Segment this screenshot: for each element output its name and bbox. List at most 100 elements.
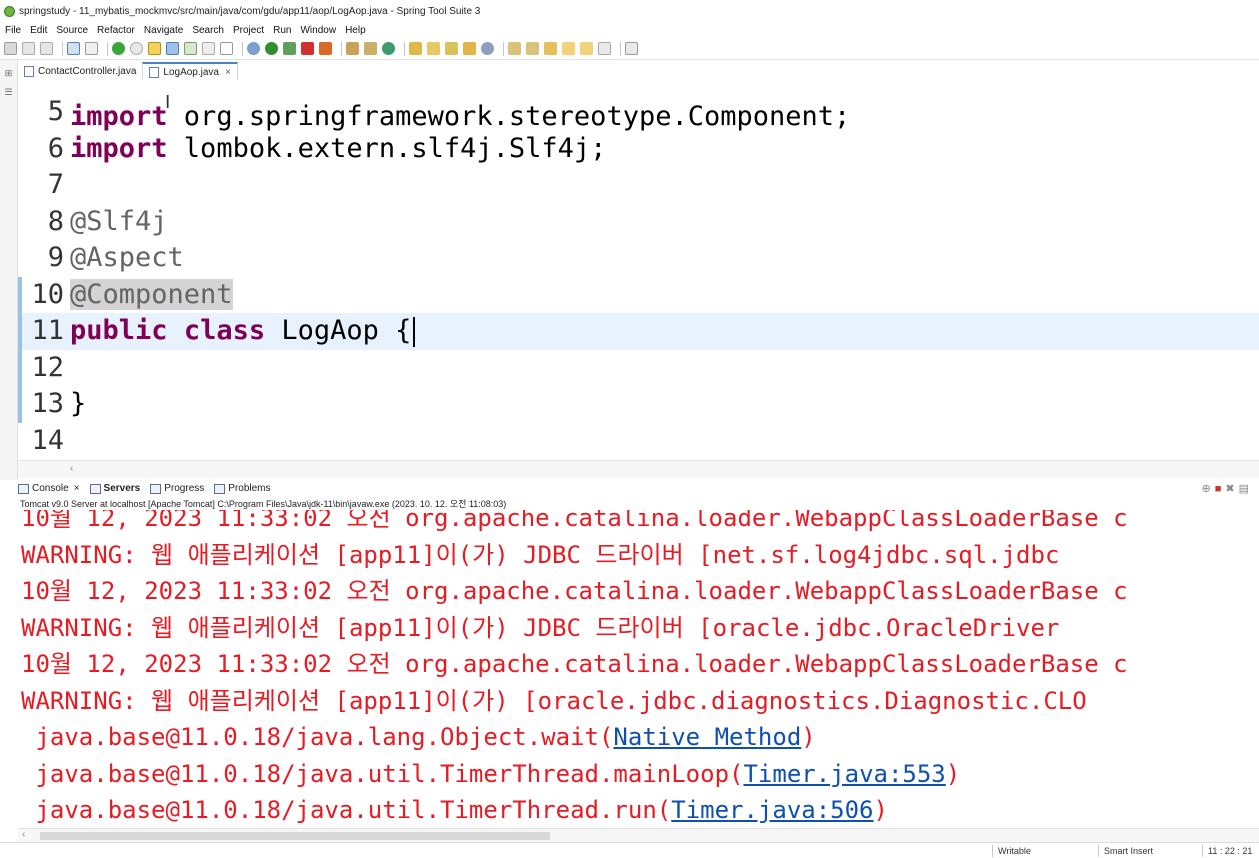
- console-line: java.base@11.0.18/java.lang.Object.wait(…: [21, 719, 815, 755]
- toolbar-separator: [62, 41, 63, 56]
- stack-frame-text: java.base@11.0.18/java.lang.Object.wait(: [21, 723, 614, 751]
- skip-breakpoints-icon[interactable]: [85, 42, 98, 55]
- new-file-icon[interactable]: [4, 42, 17, 55]
- open-perspective-icon[interactable]: [625, 42, 638, 55]
- code-line[interactable]: 13}: [18, 386, 1259, 423]
- source-link[interactable]: Native Method: [613, 723, 801, 751]
- code-line[interactable]: 10 @Component: [18, 276, 1259, 313]
- console-horizontal-scrollbar[interactable]: ‹: [18, 828, 1259, 842]
- code-line[interactable]: 5: [18, 94, 1259, 131]
- new-package-icon[interactable]: [364, 42, 377, 55]
- pin-icon[interactable]: [148, 42, 161, 55]
- main-toolbar: [0, 38, 1259, 60]
- tab-progress[interactable]: Progress: [150, 483, 204, 494]
- save-icon[interactable]: [22, 42, 35, 55]
- code-line[interactable]: 8 @Slf4j: [18, 204, 1259, 241]
- task-icon[interactable]: [184, 42, 197, 55]
- editor-horizontal-scrollbar[interactable]: ‹: [18, 460, 1259, 478]
- previous-annotation-icon[interactable]: [526, 42, 539, 55]
- new-class-icon[interactable]: [382, 42, 395, 55]
- code-line[interactable]: 7: [18, 167, 1259, 204]
- tab-contact-controller[interactable]: ContactController.java: [18, 62, 142, 80]
- terminate-icon[interactable]: ■: [1215, 483, 1226, 495]
- menu-refactor[interactable]: Refactor: [97, 25, 135, 36]
- brush-icon[interactable]: [445, 42, 458, 55]
- tab-servers[interactable]: Servers: [89, 483, 140, 494]
- close-icon[interactable]: ×: [74, 483, 80, 494]
- console-line: java.base@11.0.18/java.util.TimerThread.…: [21, 756, 960, 792]
- scroll-left-icon[interactable]: ‹: [22, 829, 25, 840]
- tab-problems[interactable]: Problems: [214, 483, 271, 494]
- keyword-token: import: [70, 132, 168, 164]
- save-all-icon[interactable]: [40, 42, 53, 55]
- annotation-token: @Aspect: [70, 242, 184, 273]
- terminal-icon[interactable]: [67, 42, 80, 55]
- whitespace-icon[interactable]: [220, 42, 233, 55]
- source-link[interactable]: Timer.java:553: [743, 760, 945, 788]
- console-output[interactable]: 10월 12, 2023 11:33:02 오전 org.apache.cata…: [18, 510, 1259, 828]
- status-separator: [992, 845, 993, 857]
- editor-tab-bar: ContactController.java LogAop.java ×: [18, 62, 1259, 80]
- code-line[interactable]: 14: [18, 423, 1259, 460]
- code-line[interactable]: 11 public class LogAop {: [18, 313, 1259, 350]
- stack-frame-text: java.base@11.0.18/java.util.TimerThread.…: [21, 796, 672, 824]
- code-line[interactable]: 6 import lombok.extern.slf4j.Slf4j;: [18, 131, 1259, 168]
- open-folder-icon[interactable]: [427, 42, 440, 55]
- problems-icon: [214, 483, 226, 494]
- change-marker: [18, 386, 22, 423]
- close-icon[interactable]: ×: [225, 67, 231, 78]
- code-line[interactable]: 9 @Aspect: [18, 240, 1259, 277]
- refresh-icon[interactable]: [130, 42, 143, 55]
- menu-source[interactable]: Source: [56, 25, 88, 36]
- menu-run[interactable]: Run: [273, 25, 291, 36]
- console-line: WARNING: 웹 애플리케이션 [app11]이(가) JDBC 드라이버 …: [21, 613, 1060, 642]
- pin-console-icon[interactable]: ⊕: [1202, 483, 1215, 495]
- last-edit-icon[interactable]: [544, 42, 557, 55]
- menu-navigate[interactable]: Navigate: [144, 25, 183, 36]
- toolbar-separator: [107, 41, 108, 56]
- restore-icon[interactable]: ⊞: [0, 68, 17, 79]
- remove-launch-icon[interactable]: ✖: [1225, 483, 1238, 495]
- highlight-icon[interactable]: [166, 42, 179, 55]
- menu-project[interactable]: Project: [233, 25, 264, 36]
- code-text: import lombok.extern.slf4j.Slf4j;: [70, 131, 606, 168]
- external-tools-icon[interactable]: [319, 42, 332, 55]
- new-java-project-icon[interactable]: [346, 42, 359, 55]
- annotation-icon[interactable]: [202, 42, 215, 55]
- source-link[interactable]: Timer.java:506: [671, 796, 873, 824]
- menu-window[interactable]: Window: [300, 25, 336, 36]
- console-line: WARNING: 웹 애플리케이션 [app11]이(가) JDBC 드라이버 …: [21, 540, 1060, 569]
- next-annotation-icon[interactable]: [508, 42, 521, 55]
- toolbar-separator: [242, 41, 243, 56]
- outline-icon[interactable]: ☰: [0, 87, 17, 98]
- menu-edit[interactable]: Edit: [30, 25, 47, 36]
- scroll-left-icon[interactable]: ‹: [70, 463, 73, 474]
- code-line[interactable]: 12: [18, 349, 1259, 386]
- console-icon: [18, 483, 29, 494]
- run-icon[interactable]: [265, 42, 278, 55]
- menu-help[interactable]: Help: [345, 25, 366, 36]
- change-marker: [18, 313, 22, 350]
- open-type-icon[interactable]: [409, 42, 422, 55]
- line-number: 10: [31, 278, 64, 310]
- forward-icon[interactable]: [580, 42, 593, 55]
- code-editor[interactable]: import org.springframework.stereotype.Co…: [18, 82, 1259, 460]
- debug-icon[interactable]: [247, 42, 260, 55]
- clear-console-icon[interactable]: ▤: [1239, 483, 1253, 495]
- forward-history-icon[interactable]: [598, 42, 611, 55]
- tab-log-aop[interactable]: LogAop.java ×: [142, 62, 238, 80]
- search-files-icon[interactable]: [463, 42, 476, 55]
- menu-file[interactable]: File: [5, 25, 21, 36]
- tab-label: ContactController.java: [38, 65, 137, 77]
- window-title: springstudy - 11_mybatis_mockmvc/src/mai…: [19, 5, 481, 17]
- back-icon[interactable]: [562, 42, 575, 55]
- globe-icon[interactable]: [481, 42, 494, 55]
- run-config-icon[interactable]: [283, 42, 296, 55]
- toolbar-separator: [503, 41, 504, 56]
- menu-search[interactable]: Search: [192, 25, 224, 36]
- tab-label: LogAop.java: [163, 66, 219, 78]
- stop-icon[interactable]: [301, 42, 314, 55]
- scrollbar-thumb[interactable]: [40, 832, 550, 840]
- boot-dashboard-icon[interactable]: [112, 42, 125, 55]
- tab-console[interactable]: Console ×: [18, 483, 80, 494]
